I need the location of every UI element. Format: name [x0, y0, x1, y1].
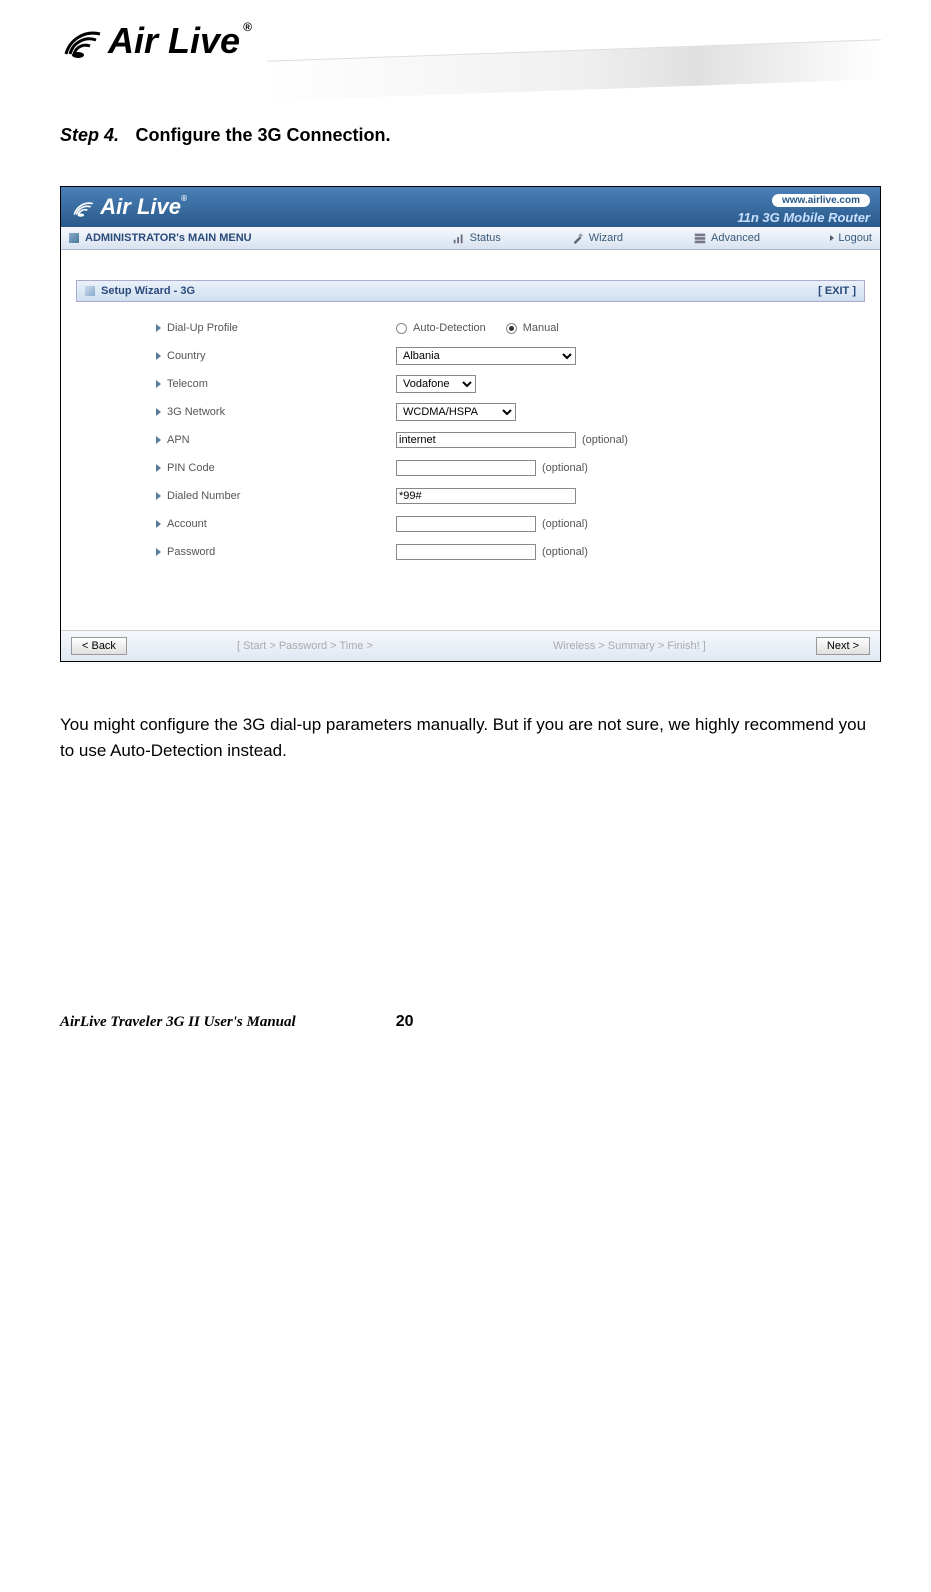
bullet-icon: [156, 408, 161, 416]
pin-input[interactable]: [396, 460, 536, 476]
optional-label: (optional): [542, 518, 588, 530]
menu-status[interactable]: Status: [452, 231, 501, 245]
menu-icon: [69, 233, 79, 243]
router-screenshot: Air Live® www.airlive.com 11n 3G Mobile …: [60, 186, 881, 662]
document-header: Air Live®: [60, 20, 881, 90]
auto-detection-label: Auto-Detection: [413, 322, 486, 334]
advanced-icon: [693, 231, 707, 245]
breadcrumb-right: Wireless > Summary > Finish! ]: [553, 640, 706, 652]
network-label: 3G Network: [167, 406, 225, 418]
body-text: You might configure the 3G dial-up param…: [60, 712, 881, 763]
exit-link[interactable]: [ EXIT ]: [818, 285, 856, 297]
page-number: 20: [396, 1013, 414, 1031]
auto-detection-radio[interactable]: [396, 323, 407, 334]
bullet-icon: [156, 324, 161, 332]
manual-title: AirLive Traveler 3G II User's Manual: [60, 1014, 296, 1031]
page-footer: AirLive Traveler 3G II User's Manual 20: [60, 1013, 881, 1031]
menu-bar: ADMINISTRATOR's MAIN MENU Status Wizard …: [61, 227, 880, 250]
chevron-right-icon: [830, 235, 834, 241]
step-number: Step 4.: [60, 125, 119, 145]
bullet-icon: [156, 548, 161, 556]
bullet-icon: [156, 436, 161, 444]
account-input[interactable]: [396, 516, 536, 532]
dialed-input[interactable]: [396, 488, 576, 504]
status-icon: [452, 231, 466, 245]
step-header: Step 4. Configure the 3G Connection.: [60, 125, 881, 146]
telecom-label: Telecom: [167, 378, 208, 390]
router-subtitle: 11n 3G Mobile Router: [737, 210, 870, 225]
dialup-label: Dial-Up Profile: [167, 322, 238, 334]
account-label: Account: [167, 518, 207, 530]
menu-wizard[interactable]: Wizard: [571, 231, 623, 245]
router-header: Air Live® www.airlive.com 11n 3G Mobile …: [61, 187, 880, 227]
menu-logout[interactable]: Logout: [830, 232, 872, 244]
apn-label: APN: [167, 434, 190, 446]
bullet-icon: [156, 464, 161, 472]
menu-main-label: ADMINISTRATOR's MAIN MENU: [85, 232, 252, 244]
pin-label: PIN Code: [167, 462, 215, 474]
router-logo: Air Live®: [71, 194, 187, 220]
optional-label: (optional): [542, 546, 588, 558]
panel-title: Setup Wizard - 3G: [101, 285, 195, 297]
airlive-logo: Air Live®: [60, 20, 252, 90]
signal-icon: [71, 196, 95, 220]
bullet-icon: [156, 380, 161, 388]
panel-icon: [85, 286, 95, 296]
menu-advanced[interactable]: Advanced: [693, 231, 760, 245]
signal-icon: [60, 20, 104, 64]
panel-title-bar: Setup Wizard - 3G [ EXIT ]: [76, 280, 865, 302]
registered-icon: ®: [243, 20, 252, 34]
bullet-icon: [156, 520, 161, 528]
password-input[interactable]: [396, 544, 536, 560]
manual-radio[interactable]: [506, 323, 517, 334]
country-select[interactable]: Albania: [396, 347, 576, 365]
header-swoosh: [267, 39, 881, 100]
breadcrumb-left: [ Start > Password > Time >: [237, 640, 373, 652]
next-button[interactable]: Next >: [816, 637, 870, 655]
manual-label: Manual: [523, 322, 559, 334]
step-title: Configure the 3G Connection.: [135, 125, 390, 145]
apn-input[interactable]: [396, 432, 576, 448]
optional-label: (optional): [542, 462, 588, 474]
url-pill[interactable]: www.airlive.com: [772, 194, 870, 207]
network-select[interactable]: WCDMA/HSPA: [396, 403, 516, 421]
wizard-footer: < Back [ Start > Password > Time > Wirel…: [61, 630, 880, 661]
password-label: Password: [167, 546, 215, 558]
bullet-icon: [156, 352, 161, 360]
bullet-icon: [156, 492, 161, 500]
telecom-select[interactable]: Vodafone: [396, 375, 476, 393]
dialed-label: Dialed Number: [167, 490, 240, 502]
country-label: Country: [167, 350, 206, 362]
optional-label: (optional): [582, 434, 628, 446]
back-button[interactable]: < Back: [71, 637, 127, 655]
wizard-icon: [571, 231, 585, 245]
